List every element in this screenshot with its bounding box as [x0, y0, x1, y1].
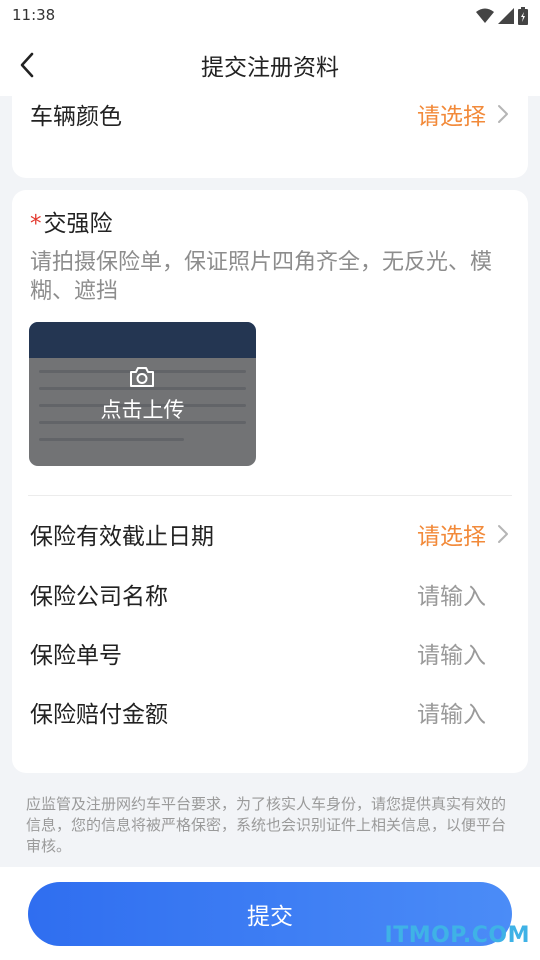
- policy-number-row: 保险单号 请输入: [30, 633, 510, 673]
- nav-bar: 提交注册资料: [0, 34, 540, 96]
- insurance-photo-upload[interactable]: 点击上传: [29, 322, 256, 466]
- policy-number-input[interactable]: 请输入: [417, 636, 510, 670]
- insurance-title-text: 交强险: [43, 211, 113, 237]
- insurance-company-label: 保险公司名称: [30, 584, 168, 610]
- wifi-icon: [476, 8, 494, 23]
- privacy-notice: 应监管及注册网约车平台要求，为了核实人车身份，请您提供真实有效的信息，您的信息将…: [26, 795, 507, 855]
- chevron-right-icon: [498, 105, 508, 123]
- status-time: 11:38: [12, 6, 56, 24]
- vehicle-info-card: 车辆颜色 请选择: [12, 94, 528, 178]
- insurance-card: *交强险 请拍摄保险单，保证照片四角齐全，无反光、模糊、遮挡 点击上传 保险有效…: [12, 190, 528, 773]
- insurance-company-row: 保险公司名称 请输入: [30, 574, 510, 614]
- insurance-expiry-select[interactable]: 请选择: [417, 517, 510, 551]
- vehicle-color-select[interactable]: 请选择: [417, 97, 510, 131]
- insurance-expiry-value: 请选择: [417, 524, 486, 550]
- watermark-logo: ITMOP.COM: [384, 923, 530, 948]
- insurance-section-title: *交强险: [30, 204, 113, 238]
- vehicle-color-value: 请选择: [417, 104, 486, 130]
- submit-label: 提交: [247, 904, 293, 930]
- camera-icon: [130, 367, 154, 387]
- divider: [28, 495, 512, 496]
- required-mark: *: [30, 211, 42, 237]
- vehicle-color-row[interactable]: 车辆颜色 请选择: [30, 94, 510, 134]
- chevron-right-icon: [498, 525, 508, 543]
- page-title: 提交注册资料: [201, 55, 339, 81]
- upload-label: 点击上传: [100, 398, 185, 422]
- battery-icon: [518, 7, 528, 25]
- insurance-expiry-label: 保险有效截止日期: [30, 524, 214, 550]
- status-bar: 11:38: [0, 0, 540, 34]
- upload-hint: 请拍摄保险单，保证照片四角齐全，无反光、模糊、遮挡: [30, 250, 493, 304]
- payout-amount-label: 保险赔付金额: [30, 702, 168, 728]
- payout-amount-input[interactable]: 请输入: [417, 695, 510, 729]
- vehicle-color-label: 车辆颜色: [30, 104, 122, 130]
- policy-number-label: 保险单号: [30, 643, 122, 669]
- payout-amount-row: 保险赔付金额 请输入: [30, 692, 510, 732]
- signal-icon: [498, 8, 514, 24]
- insurance-company-input[interactable]: 请输入: [417, 577, 510, 611]
- insurance-expiry-row[interactable]: 保险有效截止日期 请选择: [30, 514, 510, 554]
- status-icons: [476, 7, 528, 25]
